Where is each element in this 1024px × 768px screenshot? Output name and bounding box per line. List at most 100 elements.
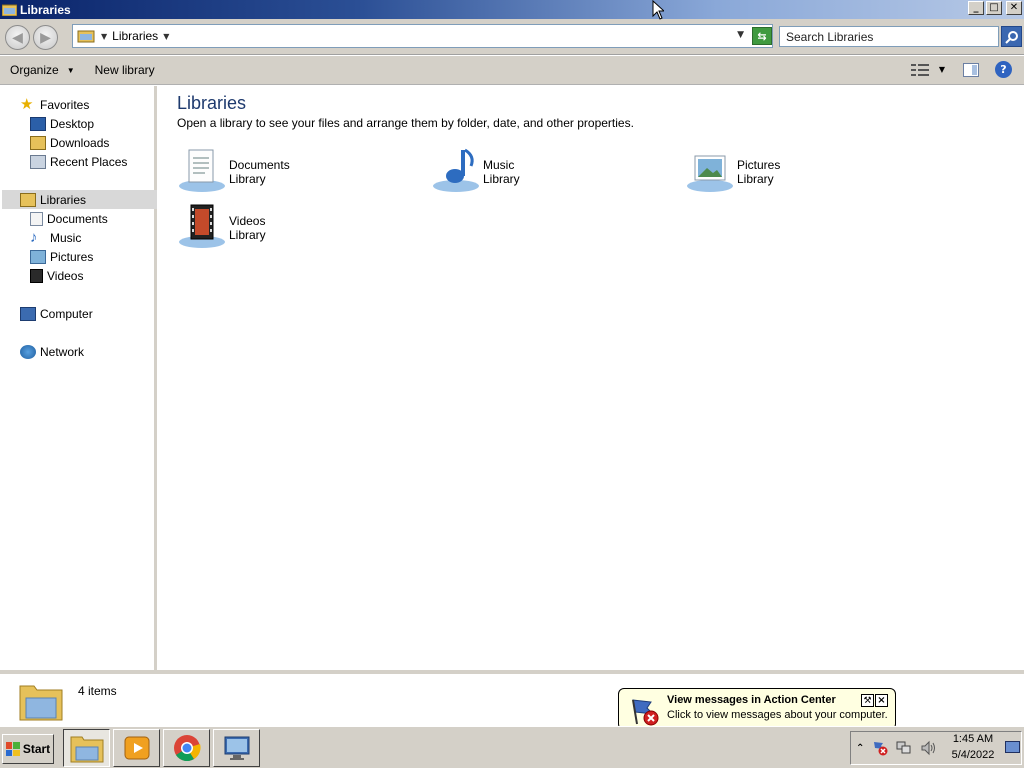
start-button[interactable]: Start xyxy=(2,734,54,764)
new-library-button[interactable]: New library xyxy=(85,56,165,84)
chrome-icon xyxy=(173,735,201,762)
taskbar-chrome[interactable] xyxy=(163,729,210,767)
libraries-icon xyxy=(20,192,36,207)
mouse-cursor-icon xyxy=(652,0,664,20)
library-music[interactable]: Music Library xyxy=(431,146,520,194)
notification-options-icon[interactable]: ⚒ xyxy=(861,694,874,707)
clock-date: 5/4/2022 xyxy=(951,749,995,761)
breadcrumb-libraries[interactable]: Libraries xyxy=(112,29,158,43)
taskbar-clock[interactable]: 1:45 AM 5/4/2022 xyxy=(946,731,1000,763)
pictures-icon xyxy=(30,249,46,264)
nav-libraries-label: Libraries xyxy=(40,192,87,207)
library-type: Library xyxy=(483,172,520,186)
view-options-chevron-icon[interactable]: ▼ xyxy=(939,65,945,74)
preview-pane-icon[interactable] xyxy=(963,62,979,77)
forward-button[interactable]: ▶ xyxy=(33,25,58,50)
volume-tray-icon[interactable] xyxy=(920,740,936,756)
nav-desktop[interactable]: Desktop xyxy=(30,114,94,133)
address-toolbar: ◀ ▶ ▼ Libraries ▼ ▼ ⇆ Search Libraries xyxy=(0,19,1024,55)
window-controls: _ □ ✕ xyxy=(968,1,1022,15)
network-tray-icon[interactable] xyxy=(896,740,912,756)
nav-documents-label: Documents xyxy=(47,211,108,226)
nav-pictures[interactable]: Pictures xyxy=(30,247,93,266)
change-view-icon[interactable] xyxy=(910,63,929,77)
page-title: Libraries xyxy=(177,93,247,113)
nav-documents[interactable]: Documents xyxy=(30,209,108,228)
command-bar: Organize ▼ New library ▼ ? xyxy=(0,56,1024,85)
breadcrumb-separator-icon[interactable]: ▼ xyxy=(101,32,107,41)
library-name: Pictures xyxy=(737,158,781,172)
nav-computer[interactable]: Computer xyxy=(20,304,93,323)
nav-downloads-label: Downloads xyxy=(50,135,110,150)
nav-computer-label: Computer xyxy=(40,306,93,321)
navigation-pane: ★ Favorites Desktop Downloads Recent Pla… xyxy=(0,86,157,670)
nav-videos[interactable]: Videos xyxy=(30,266,83,285)
media-player-icon xyxy=(124,736,149,760)
library-name: Documents xyxy=(229,158,290,172)
refresh-button[interactable]: ⇆ xyxy=(752,27,772,45)
libraries-icon xyxy=(77,30,95,43)
close-button[interactable]: ✕ xyxy=(1006,1,1022,15)
search-icon xyxy=(1004,30,1018,44)
address-history-dropdown-icon[interactable]: ▼ xyxy=(737,30,744,40)
action-center-notification[interactable]: View messages in Action Center Click to … xyxy=(618,688,896,741)
maximize-button[interactable]: □ xyxy=(986,1,1002,15)
nav-recent-places-label: Recent Places xyxy=(50,154,128,169)
library-documents[interactable]: Documents Library xyxy=(177,146,290,194)
explorer-icon xyxy=(70,736,103,763)
library-type: Library xyxy=(229,228,266,242)
library-pictures[interactable]: Pictures Library xyxy=(685,146,780,194)
nav-music[interactable]: ♪ Music xyxy=(30,228,81,247)
nav-network-label: Network xyxy=(40,344,85,359)
nav-network[interactable]: Network xyxy=(20,342,84,361)
minimize-button[interactable]: _ xyxy=(968,1,984,15)
content-pane: Libraries Open a library to see your fil… xyxy=(160,86,1024,670)
star-icon: ★ xyxy=(20,95,34,113)
library-videos[interactable]: Videos Library xyxy=(177,202,266,250)
windows-logo-icon xyxy=(5,742,20,756)
chevron-down-icon[interactable]: ▼ xyxy=(163,32,169,41)
computer-icon xyxy=(20,306,36,321)
nav-recent-places[interactable]: Recent Places xyxy=(30,152,127,171)
documents-library-icon xyxy=(179,149,225,192)
nav-downloads[interactable]: Downloads xyxy=(30,133,109,152)
show-desktop-button[interactable] xyxy=(1005,741,1020,753)
desktop-icon xyxy=(30,116,46,131)
notification-title: View messages in Action Center xyxy=(667,694,836,706)
taskbar-explorer[interactable] xyxy=(63,729,110,767)
videos-library-icon xyxy=(179,204,225,248)
nav-libraries[interactable]: Libraries xyxy=(20,190,86,209)
search-input[interactable]: Search Libraries xyxy=(779,26,999,47)
page-subtitle: Open a library to see your files and arr… xyxy=(177,116,634,130)
nav-pictures-label: Pictures xyxy=(50,249,94,264)
back-button[interactable]: ◀ xyxy=(5,25,30,50)
notification-close-button[interactable]: × xyxy=(875,694,888,707)
nav-desktop-label: Desktop xyxy=(50,116,95,131)
network-icon xyxy=(20,344,36,359)
remote-desktop-icon xyxy=(224,736,249,760)
search-button[interactable] xyxy=(1001,26,1022,47)
nav-favorites-label: Favorites xyxy=(40,97,90,112)
organize-button[interactable]: Organize ▼ xyxy=(0,56,85,84)
taskbar-remote-desktop[interactable] xyxy=(213,729,260,767)
nav-music-label: Music xyxy=(50,230,82,245)
library-type: Library xyxy=(229,172,266,186)
view-controls: ▼ ? xyxy=(910,61,1012,78)
videos-film-icon xyxy=(30,268,43,283)
address-bar[interactable]: ▼ Libraries ▼ ▼ xyxy=(72,24,773,48)
taskbar-media-player[interactable] xyxy=(113,729,160,767)
nav-favorites[interactable]: ★ Favorites xyxy=(20,95,89,114)
help-icon[interactable]: ? xyxy=(995,61,1012,78)
item-count: 4 items xyxy=(78,684,117,698)
start-label: Start xyxy=(22,742,51,756)
pictures-library-icon xyxy=(687,155,733,192)
action-center-tray-icon[interactable] xyxy=(872,740,888,756)
refresh-icon: ⇆ xyxy=(757,29,767,43)
library-type: Library xyxy=(737,172,774,186)
notification-text: Click to view messages about your comput… xyxy=(667,709,888,721)
show-hidden-icons-icon[interactable]: ⌃ xyxy=(856,743,864,754)
music-note-icon: ♪ xyxy=(30,228,38,246)
library-name: Music xyxy=(483,158,515,172)
clock-time: 1:45 AM xyxy=(952,733,994,745)
music-library-icon xyxy=(433,148,479,192)
